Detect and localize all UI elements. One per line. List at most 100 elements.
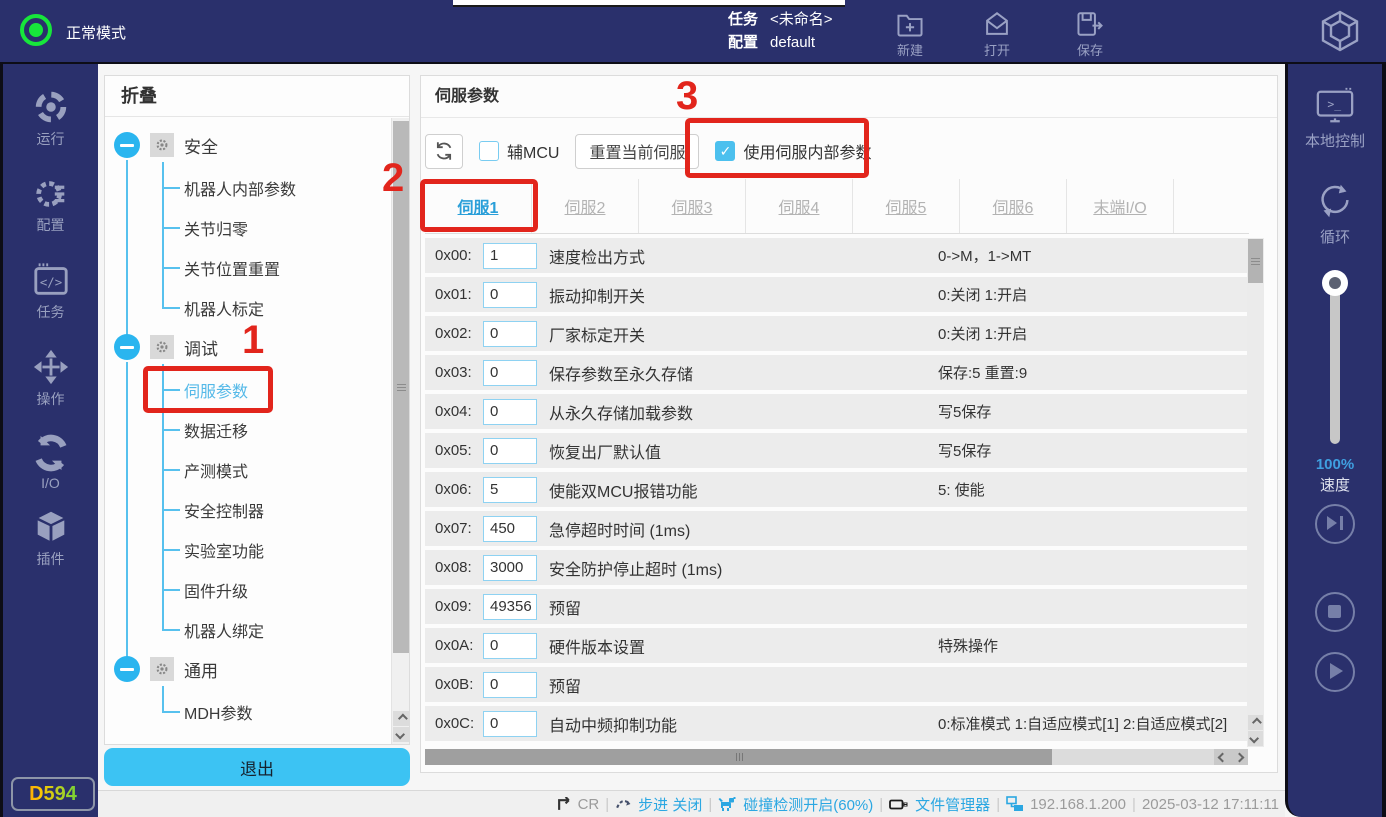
save-button-label: 保存 xyxy=(1058,40,1122,59)
tree-item[interactable]: 固件升级 xyxy=(162,570,391,610)
speed-slider-knob[interactable] xyxy=(1322,270,1348,296)
save-button[interactable]: 保存 xyxy=(1058,10,1122,59)
sidebar-item-label: 运行 xyxy=(3,129,98,149)
new-button[interactable]: 新建 xyxy=(878,10,942,59)
scroll-right-button[interactable] xyxy=(1231,749,1248,765)
sidebar-item-config[interactable]: 配置 xyxy=(3,174,98,235)
refresh-button[interactable] xyxy=(425,134,463,169)
exit-button[interactable]: 退出 xyxy=(104,748,410,786)
tree-item[interactable]: 实验室功能 xyxy=(162,530,391,570)
collision-status[interactable]: 碰撞检测开启(60%) xyxy=(743,794,873,815)
param-value-input[interactable] xyxy=(483,321,537,347)
usb-drive-icon xyxy=(889,797,909,812)
tree-item[interactable]: 机器人内部参数 xyxy=(162,168,391,208)
param-value-input[interactable] xyxy=(483,438,537,464)
checkbox-checked-icon[interactable]: ✓ xyxy=(715,141,735,161)
tree-item[interactable]: 关节归零 xyxy=(162,208,391,248)
task-info: 任务 <未命名> 配置 default xyxy=(728,8,833,54)
param-note: 写5保存 xyxy=(938,401,991,422)
use-internal-checkbox[interactable]: ✓ 使用伺服内部参数 xyxy=(715,139,871,163)
open-button[interactable]: 打开 xyxy=(965,10,1029,59)
tree-item[interactable]: 机器人标定 xyxy=(162,288,391,328)
servo-tab[interactable]: 伺服6 xyxy=(960,179,1067,233)
param-value-input[interactable] xyxy=(483,516,537,542)
speed-slider-track[interactable] xyxy=(1330,286,1340,444)
checkbox-icon[interactable]: ✓ xyxy=(479,141,499,161)
sidebar-item-label: I/O xyxy=(3,475,98,491)
scroll-down-button[interactable] xyxy=(393,727,409,742)
servo-tab[interactable]: 伺服2 xyxy=(532,179,639,233)
param-value-input[interactable] xyxy=(483,243,537,269)
local-control-button[interactable]: >_ xyxy=(1288,86,1382,126)
scroll-down-button[interactable] xyxy=(1248,731,1263,746)
param-value-input[interactable] xyxy=(483,633,537,659)
tree-item[interactable]: MDH参数 xyxy=(162,692,391,732)
file-manager-link[interactable]: 文件管理器 xyxy=(915,794,990,815)
servo-tab[interactable]: 伺服5 xyxy=(853,179,960,233)
horizontal-scrollbar[interactable] xyxy=(425,749,1248,765)
tree-item-label: 关节归零 xyxy=(184,216,248,240)
stop-button[interactable] xyxy=(1315,592,1355,632)
param-note: 0:关闭 1:开启 xyxy=(938,284,1027,305)
param-value-input[interactable] xyxy=(483,555,537,581)
scroll-left-button[interactable] xyxy=(1214,749,1231,765)
tree-item-label: 机器人绑定 xyxy=(184,618,264,642)
tree-item[interactable]: 关节位置重置 xyxy=(162,248,391,288)
status-bar: CR | 步进 关闭 | 碰撞检测开启(60%) | 文件管理器 | 192.1… xyxy=(98,790,1285,817)
aux-mcu-checkbox[interactable]: ✓ 辅MCU xyxy=(479,139,559,163)
scroll-up-button[interactable] xyxy=(1248,715,1263,730)
step-forward-button[interactable] xyxy=(1315,504,1355,544)
sidebar-item-plugin[interactable]: 插件 xyxy=(3,508,98,569)
param-table-row: 0x01: 振动抑制开关 0:关闭 1:开启 xyxy=(425,277,1247,312)
param-value-input[interactable] xyxy=(483,360,537,386)
vertical-scrollbar[interactable] xyxy=(1247,238,1264,747)
tree-scrollbar-thumb[interactable] xyxy=(393,121,409,653)
brand-logo-icon xyxy=(1318,9,1362,53)
tree-item-label: 机器人内部参数 xyxy=(184,176,296,200)
param-address: 0x04: xyxy=(435,403,483,420)
sidebar-item-task[interactable]: </> 任务 xyxy=(3,261,98,322)
tree-scrollbar[interactable] xyxy=(391,118,409,744)
collapse-toggle-icon[interactable] xyxy=(114,656,140,682)
param-value-input[interactable] xyxy=(483,711,537,737)
play-button[interactable] xyxy=(1315,652,1355,692)
horizontal-scrollbar-thumb[interactable] xyxy=(425,749,1052,765)
step-status[interactable]: 步进 关闭 xyxy=(638,794,702,815)
vertical-scrollbar-thumb[interactable] xyxy=(1248,239,1263,283)
reset-current-servo-button[interactable]: 重置当前伺服 xyxy=(575,134,699,169)
param-value-input[interactable] xyxy=(483,477,537,503)
tree-group-header[interactable]: 调试 xyxy=(114,332,391,362)
network-icon xyxy=(1006,796,1024,812)
param-value-input[interactable] xyxy=(483,672,537,698)
tree-item[interactable]: 伺服参数 xyxy=(162,370,391,410)
tree-panel: 折叠 安全 机器人内部参数 关节归零 关节位置重置 机器人标定 调试 xyxy=(104,75,410,745)
tree-item[interactable]: 产测模式 xyxy=(162,450,391,490)
param-value-input[interactable] xyxy=(483,399,537,425)
sidebar-item-operate[interactable]: 操作 xyxy=(3,348,98,409)
top-bar: 正常模式 任务 <未命名> 配置 default 新建 打开 保存 xyxy=(0,0,1386,62)
tree-item[interactable]: 机器人绑定 xyxy=(162,610,391,650)
new-button-label: 新建 xyxy=(878,40,942,59)
loop-button[interactable] xyxy=(1288,180,1382,222)
servo-tab[interactable]: 伺服3 xyxy=(639,179,746,233)
collapse-toggle-icon[interactable] xyxy=(114,334,140,360)
servo-tab[interactable]: 伺服1 xyxy=(425,179,532,233)
param-value-input[interactable] xyxy=(483,282,537,308)
scroll-up-button[interactable] xyxy=(393,711,409,726)
tree-group-header[interactable]: 安全 xyxy=(114,130,391,160)
tree-item[interactable]: 安全控制器 xyxy=(162,490,391,530)
cr-label: CR xyxy=(578,796,600,813)
servo-tab[interactable]: 末端I/O xyxy=(1067,179,1174,233)
sidebar-item-run[interactable]: 运行 xyxy=(3,88,98,149)
tree-item[interactable]: 数据迁移 xyxy=(162,410,391,450)
servo-tab-label: 伺服2 xyxy=(565,194,606,218)
sidebar-item-io[interactable]: I/O xyxy=(3,434,98,491)
servo-tab[interactable]: 伺服4 xyxy=(746,179,853,233)
tree-group-header[interactable]: 通用 xyxy=(114,654,391,684)
gear-icon xyxy=(150,657,174,681)
separator: | xyxy=(1132,796,1136,813)
gear-icon xyxy=(32,174,70,212)
param-table-row: 0x03: 保存参数至永久存储 保存:5 重置:9 xyxy=(425,355,1247,390)
param-value-input[interactable] xyxy=(483,594,537,620)
collapse-toggle-icon[interactable] xyxy=(114,132,140,158)
